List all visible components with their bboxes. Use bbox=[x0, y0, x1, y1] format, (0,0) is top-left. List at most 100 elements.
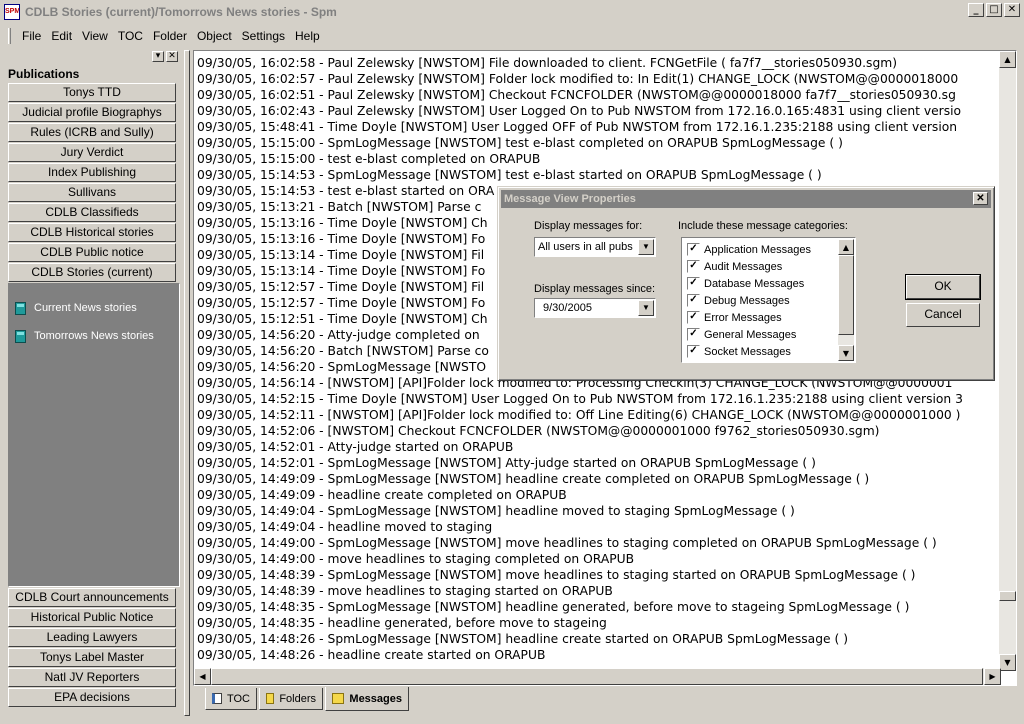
chevron-down-icon[interactable]: ▼ bbox=[638, 300, 654, 316]
window-title-bar: SPM CDLB Stories (current)/Tomorrows New… bbox=[0, 0, 1024, 24]
pub-button[interactable]: CDLB Classifieds bbox=[8, 203, 176, 222]
log-line: 09/30/05, 16:02:43 - Paul Zelewsky [NWST… bbox=[197, 104, 962, 118]
checkbox-checked-icon[interactable]: ✓ bbox=[687, 294, 700, 307]
log-line: 09/30/05, 16:02:51 - Paul Zelewsky [NWST… bbox=[197, 88, 956, 102]
checkbox-checked-icon[interactable]: ✓ bbox=[687, 277, 700, 290]
pub-button[interactable]: Rules (ICRB and Sully) bbox=[8, 123, 176, 142]
menu-grip bbox=[8, 28, 11, 44]
pub-button[interactable]: Historical Public Notice bbox=[8, 608, 176, 627]
tree-item-tomorrows-news[interactable]: Tomorrows News stories bbox=[9, 322, 179, 350]
menu-edit[interactable]: Edit bbox=[46, 27, 77, 45]
menu-object[interactable]: Object bbox=[192, 27, 237, 45]
log-line: 09/30/05, 14:48:35 - headline generated,… bbox=[197, 616, 607, 630]
pub-button[interactable]: Jury Verdict bbox=[8, 143, 176, 162]
sidebar-close-button[interactable]: ✕ bbox=[166, 51, 178, 62]
log-line: 09/30/05, 14:48:26 - headline create sta… bbox=[197, 648, 546, 662]
menu-folder[interactable]: Folder bbox=[148, 27, 192, 45]
pub-button[interactable]: Natl JV Reporters bbox=[8, 668, 176, 687]
scroll-left-icon[interactable]: ◀ bbox=[194, 668, 211, 685]
category-item[interactable]: ✓ General Messages bbox=[682, 326, 855, 343]
menu-view[interactable]: View bbox=[77, 27, 113, 45]
log-line: 09/30/05, 14:49:04 - headline moved to s… bbox=[197, 520, 493, 534]
chevron-down-icon[interactable]: ▼ bbox=[638, 239, 654, 255]
category-item[interactable]: ✓ Socket Messages bbox=[682, 343, 855, 360]
tab-messages[interactable]: Messages bbox=[325, 687, 409, 711]
category-label: Database Messages bbox=[704, 277, 805, 290]
log-line: 09/30/05, 14:49:00 - SpmLogMessage [NWST… bbox=[197, 536, 937, 550]
checkbox-checked-icon[interactable]: ✓ bbox=[687, 328, 700, 341]
scroll-up-icon[interactable]: ▲ bbox=[999, 51, 1016, 68]
log-line: 09/30/05, 14:52:06 - [NWSTOM] Checkout F… bbox=[197, 424, 880, 438]
categories-scrollbar[interactable]: ▲ ▼ bbox=[838, 239, 854, 361]
menu-bar: File Edit View TOC Folder Object Setting… bbox=[0, 25, 1024, 47]
pub-button[interactable]: CDLB Court announcements bbox=[8, 588, 176, 607]
log-vertical-scrollbar[interactable]: ▲ ▼ bbox=[999, 51, 1016, 671]
display-since-label: Display messages since: bbox=[534, 283, 656, 295]
scroll-thumb[interactable] bbox=[999, 591, 1016, 601]
log-line: 09/30/05, 14:48:26 - SpmLogMessage [NWST… bbox=[197, 632, 849, 646]
checkbox-checked-icon[interactable]: ✓ bbox=[687, 243, 700, 256]
folder-icon bbox=[266, 693, 275, 704]
category-item[interactable]: ✓ Database Messages bbox=[682, 275, 855, 292]
scroll-down-icon[interactable]: ▼ bbox=[838, 345, 854, 361]
menu-settings[interactable]: Settings bbox=[237, 27, 290, 45]
sidebar-pin-button[interactable]: ▾ bbox=[152, 51, 164, 62]
pane-splitter[interactable] bbox=[184, 50, 190, 716]
checkbox-checked-icon[interactable]: ✓ bbox=[687, 311, 700, 324]
cancel-button[interactable]: Cancel bbox=[906, 303, 980, 327]
dialog-close-button[interactable]: ✕ bbox=[973, 192, 988, 205]
pub-button[interactable]: Tonys TTD bbox=[8, 83, 176, 102]
tab-label: Folders bbox=[279, 692, 316, 705]
maximize-button[interactable]: □ bbox=[986, 3, 1002, 17]
checkbox-checked-icon[interactable]: ✓ bbox=[687, 345, 700, 358]
view-tabs: TOC Folders Messages bbox=[193, 687, 1017, 713]
window-title: CDLB Stories (current)/Tomorrows News st… bbox=[25, 5, 337, 19]
pub-button[interactable]: Leading Lawyers bbox=[8, 628, 176, 647]
pub-button[interactable]: Tonys Label Master bbox=[8, 648, 176, 667]
tab-label: Messages bbox=[349, 692, 402, 705]
tab-folders[interactable]: Folders bbox=[259, 688, 323, 710]
pub-button[interactable]: Judicial profile Biographys bbox=[8, 103, 176, 122]
pub-button[interactable]: Index Publishing bbox=[8, 163, 176, 182]
category-label: Debug Messages bbox=[704, 294, 790, 307]
log-line: 09/30/05, 14:49:00 - move headlines to s… bbox=[197, 552, 635, 566]
minimize-button[interactable]: _ bbox=[968, 3, 984, 17]
pub-button-selected[interactable]: CDLB Stories (current) bbox=[8, 263, 176, 282]
menu-file[interactable]: File bbox=[17, 27, 46, 45]
scroll-right-icon[interactable]: ▶ bbox=[984, 668, 1001, 685]
pub-button[interactable]: EPA decisions bbox=[8, 688, 176, 707]
display-since-date-picker[interactable]: 9/30/2005 ▼ bbox=[534, 298, 656, 318]
app-icon: SPM bbox=[4, 4, 20, 20]
log-line: 09/30/05, 14:49:04 - SpmLogMessage [NWST… bbox=[197, 504, 795, 518]
scroll-down-icon[interactable]: ▼ bbox=[999, 654, 1016, 671]
tree-item-current-news[interactable]: Current News stories bbox=[9, 294, 179, 322]
log-line: 09/30/05, 14:49:09 - SpmLogMessage [NWST… bbox=[197, 472, 870, 486]
scroll-thumb[interactable] bbox=[838, 255, 854, 335]
menu-help[interactable]: Help bbox=[290, 27, 325, 45]
display-since-value: 9/30/2005 bbox=[543, 302, 592, 314]
log-line: 09/30/05, 14:52:11 - [NWSTOM] [API]Folde… bbox=[197, 408, 961, 422]
pub-button[interactable]: CDLB Historical stories bbox=[8, 223, 176, 242]
dialog-title: Message View Properties bbox=[504, 193, 636, 205]
category-item[interactable]: ✓ Debug Messages bbox=[682, 292, 855, 309]
category-label: Socket Messages bbox=[704, 345, 791, 358]
menu-toc[interactable]: TOC bbox=[113, 27, 148, 45]
category-item[interactable]: ✓ Error Messages bbox=[682, 309, 855, 326]
checkbox-checked-icon[interactable]: ✓ bbox=[687, 260, 700, 273]
log-line: 09/30/05, 15:15:00 - test e-blast comple… bbox=[197, 152, 541, 166]
scroll-thumb[interactable] bbox=[211, 668, 983, 685]
book-icon bbox=[15, 301, 26, 315]
pub-button[interactable]: CDLB Public notice bbox=[8, 243, 176, 262]
category-label: Application Messages bbox=[704, 243, 812, 256]
tab-toc[interactable]: TOC bbox=[205, 688, 257, 710]
scroll-up-icon[interactable]: ▲ bbox=[838, 239, 854, 255]
category-item[interactable]: ✓ Application Messages bbox=[682, 241, 855, 258]
log-line: 09/30/05, 14:48:35 - SpmLogMessage [NWST… bbox=[197, 600, 910, 614]
close-window-button[interactable]: ✕ bbox=[1004, 3, 1020, 17]
log-horizontal-scrollbar[interactable]: ◀ ▶ bbox=[194, 668, 1001, 685]
category-item[interactable]: ✓ Audit Messages bbox=[682, 258, 855, 275]
pub-button[interactable]: Sullivans bbox=[8, 183, 176, 202]
category-label: General Messages bbox=[704, 328, 797, 341]
ok-button[interactable]: OK bbox=[905, 274, 981, 300]
display-for-select[interactable]: All users in all pubs ▼ bbox=[534, 237, 656, 257]
